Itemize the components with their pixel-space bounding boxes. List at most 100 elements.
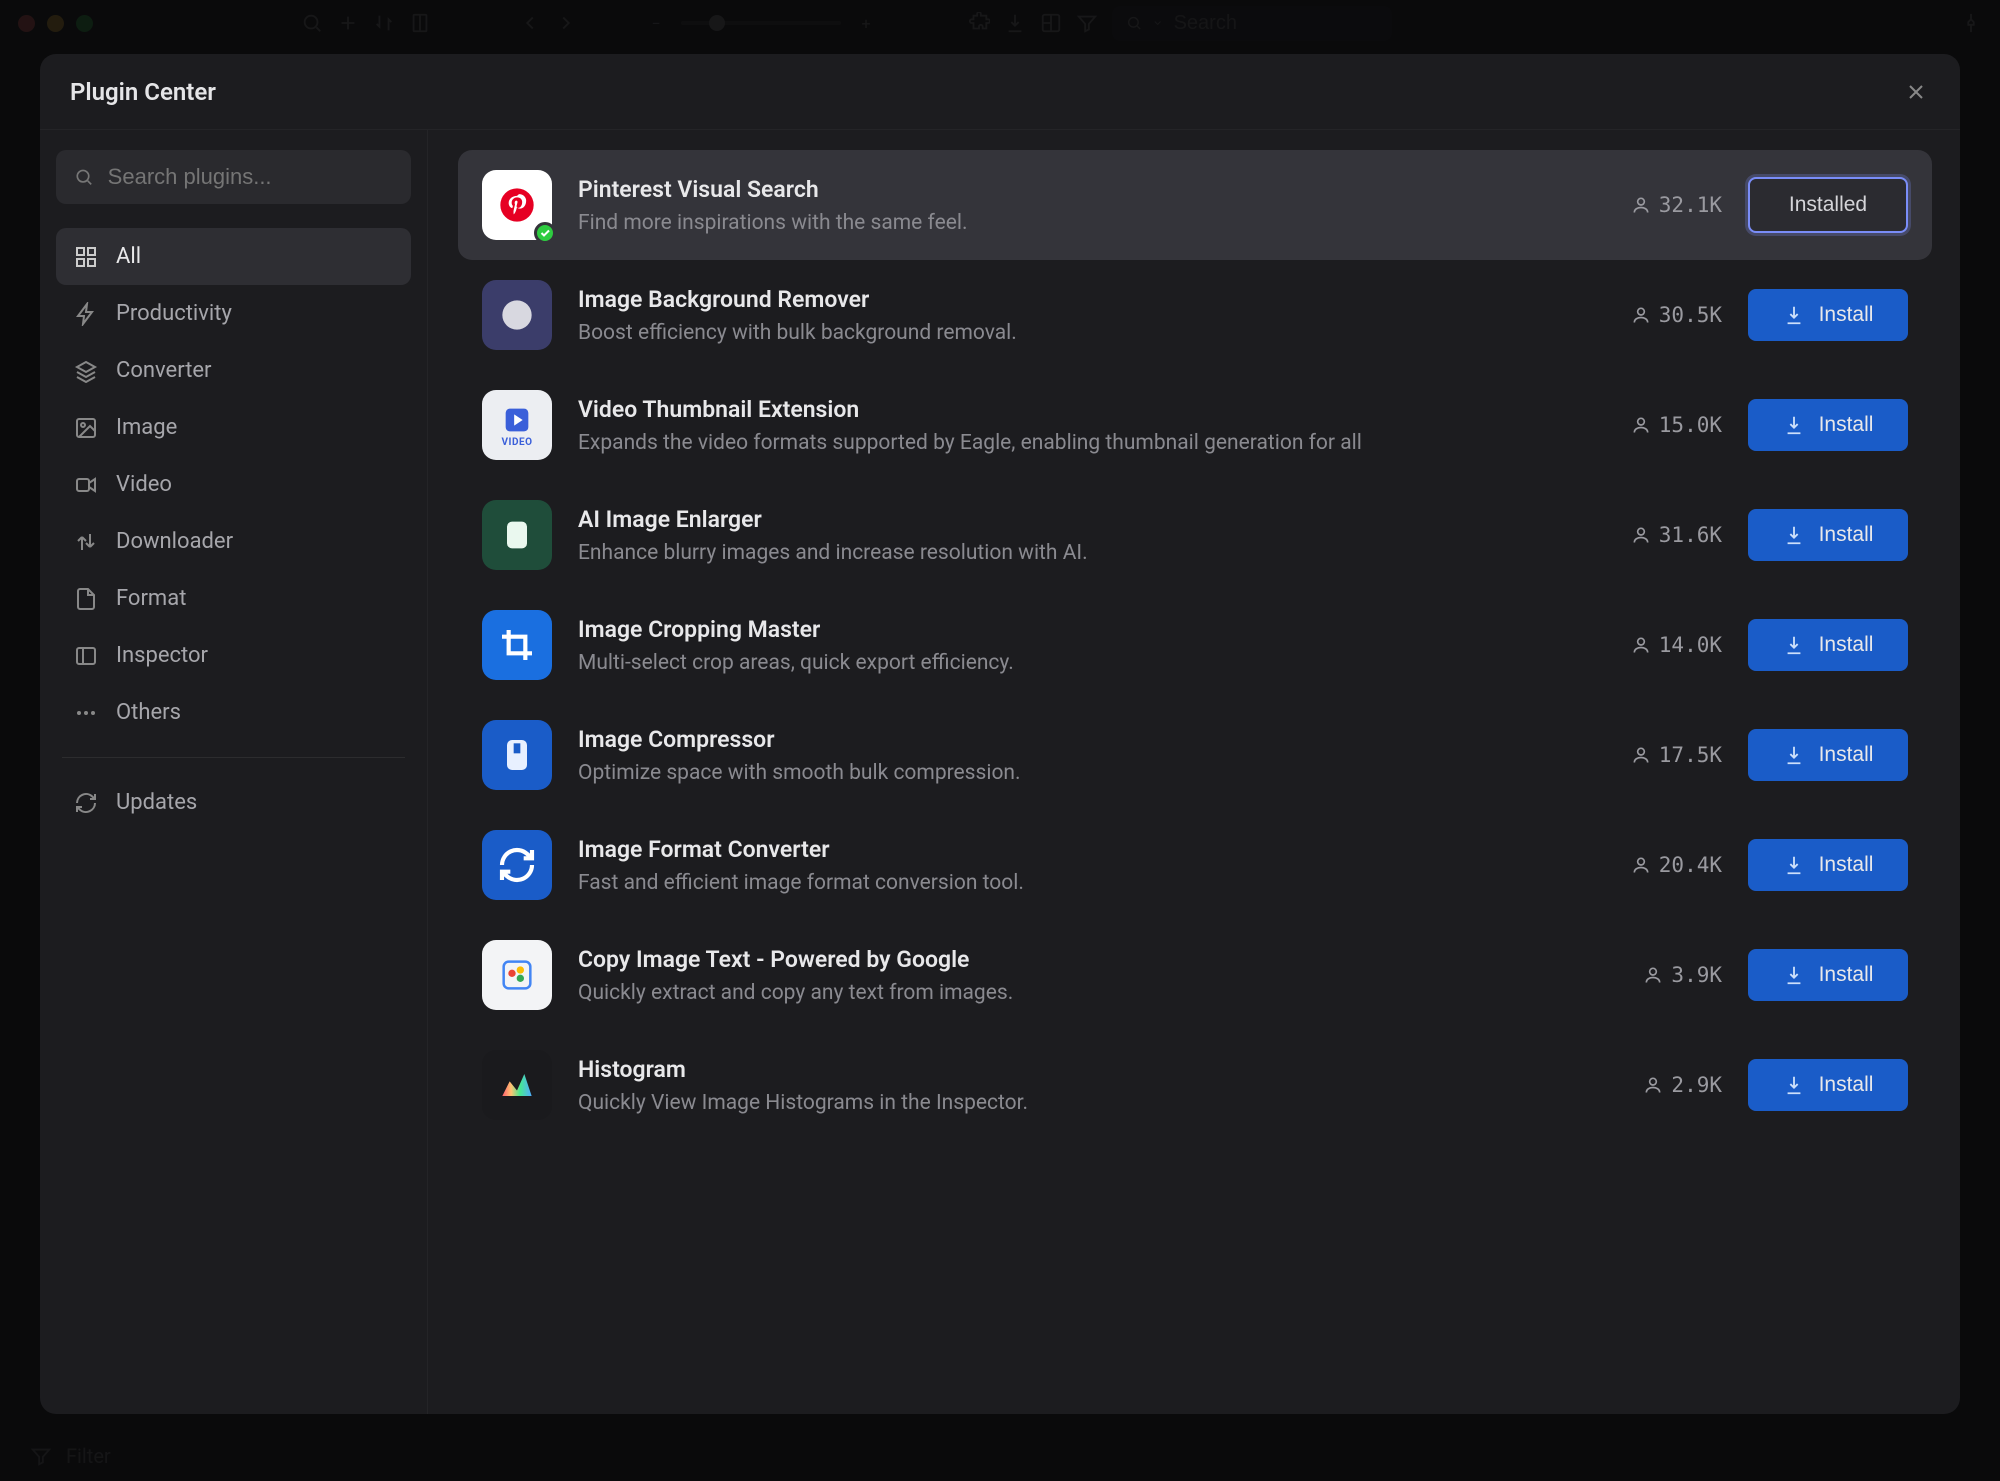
- plugin-info: Histogram Quickly View Image Histograms …: [578, 1056, 1617, 1115]
- sidebar-item-label: Video: [116, 472, 172, 497]
- install-button[interactable]: Install: [1748, 399, 1908, 451]
- sidebar-item-label: Downloader: [116, 529, 233, 554]
- plugin-row[interactable]: Copy Image Text - Powered by Google Quic…: [458, 920, 1932, 1030]
- plugin-row[interactable]: Histogram Quickly View Image Histograms …: [458, 1030, 1932, 1140]
- updown-icon: [74, 530, 98, 554]
- plugin-row[interactable]: Pinterest Visual Search Find more inspir…: [458, 150, 1932, 260]
- install-button[interactable]: Install: [1748, 729, 1908, 781]
- users-value: 15.0K: [1659, 413, 1722, 437]
- action-label: Install: [1819, 633, 1874, 657]
- document-icon: [74, 587, 98, 611]
- plugin-row[interactable]: Image Format Converter Fast and efficien…: [458, 810, 1932, 920]
- plugin-users-count: 32.1K: [1631, 193, 1722, 217]
- user-icon: [1631, 305, 1651, 325]
- install-button[interactable]: Install: [1748, 289, 1908, 341]
- plugin-users-count: 2.9K: [1643, 1073, 1722, 1097]
- bolt-icon: [74, 302, 98, 326]
- plugin-name: AI Image Enlarger: [578, 506, 1605, 533]
- plugin-info: Image Compressor Optimize space with smo…: [578, 726, 1605, 785]
- sidebar-item-productivity[interactable]: Productivity: [56, 285, 411, 342]
- install-button[interactable]: Install: [1748, 619, 1908, 671]
- user-icon: [1631, 195, 1651, 215]
- sidebar-item-label: Converter: [116, 358, 212, 383]
- install-button[interactable]: Install: [1748, 949, 1908, 1001]
- users-value: 17.5K: [1659, 743, 1722, 767]
- download-icon: [1783, 1074, 1805, 1096]
- sidebar-item-image[interactable]: Image: [56, 399, 411, 456]
- install-button[interactable]: Install: [1748, 1059, 1908, 1111]
- plugin-row[interactable]: Image Compressor Optimize space with smo…: [458, 700, 1932, 810]
- installed-badge-icon: [534, 222, 556, 244]
- sidebar-item-label: Others: [116, 700, 181, 725]
- plugin-users-count: 3.9K: [1643, 963, 1722, 987]
- users-value: 32.1K: [1659, 193, 1722, 217]
- plugin-description: Quickly View Image Histograms in the Ins…: [578, 1091, 1617, 1115]
- plugin-name: Image Format Converter: [578, 836, 1605, 863]
- modal-header: Plugin Center: [40, 54, 1960, 130]
- sidebar-item-others[interactable]: Others: [56, 684, 411, 741]
- plugin-users-count: 17.5K: [1631, 743, 1722, 767]
- dots-icon: [74, 701, 98, 725]
- plugin-row[interactable]: Image Background Remover Boost efficienc…: [458, 260, 1932, 370]
- action-label: Install: [1819, 743, 1874, 767]
- plugin-info: Image Cropping Master Multi-select crop …: [578, 616, 1605, 675]
- plugin-row[interactable]: VIDEO Video Thumbnail Extension Expands …: [458, 370, 1932, 480]
- plugin-info: Pinterest Visual Search Find more inspir…: [578, 176, 1605, 235]
- divider: [62, 757, 405, 758]
- plugin-description: Fast and efficient image format conversi…: [578, 871, 1605, 895]
- install-button[interactable]: Install: [1748, 509, 1908, 561]
- plugin-users-count: 15.0K: [1631, 413, 1722, 437]
- users-value: 31.6K: [1659, 523, 1722, 547]
- sidebar-icon: [74, 644, 98, 668]
- sidebar: All Productivity Converter Image Video D…: [40, 130, 428, 1414]
- plugin-name: Histogram: [578, 1056, 1617, 1083]
- user-icon: [1643, 1075, 1663, 1095]
- action-label: Install: [1819, 963, 1874, 987]
- action-label: Installed: [1789, 193, 1867, 217]
- search-icon: [74, 166, 94, 188]
- plugin-name: Image Compressor: [578, 726, 1605, 753]
- crop-icon: [482, 610, 552, 680]
- compress-icon: [482, 720, 552, 790]
- installed-button[interactable]: Installed: [1748, 177, 1908, 233]
- sidebar-item-video[interactable]: Video: [56, 456, 411, 513]
- sidebar-item-all[interactable]: All: [56, 228, 411, 285]
- action-label: Install: [1819, 523, 1874, 547]
- modal-title: Plugin Center: [70, 78, 216, 106]
- video-icon: [74, 473, 98, 497]
- download-icon: [1783, 414, 1805, 436]
- download-icon: [1783, 964, 1805, 986]
- plugin-users-count: 20.4K: [1631, 853, 1722, 877]
- sidebar-item-label: All: [116, 244, 141, 269]
- download-icon: [1783, 634, 1805, 656]
- download-icon: [1783, 854, 1805, 876]
- user-icon: [1631, 745, 1651, 765]
- plugin-description: Find more inspirations with the same fee…: [578, 211, 1605, 235]
- download-icon: [1783, 304, 1805, 326]
- users-value: 2.9K: [1671, 1073, 1722, 1097]
- sidebar-item-label: Inspector: [116, 643, 208, 668]
- sidebar-item-format[interactable]: Format: [56, 570, 411, 627]
- enlarger-icon: [482, 500, 552, 570]
- video-thumb-icon: VIDEO: [482, 390, 552, 460]
- plugin-row[interactable]: AI Image Enlarger Enhance blurry images …: [458, 480, 1932, 590]
- plugin-name: Video Thumbnail Extension: [578, 396, 1605, 423]
- close-button[interactable]: [1902, 78, 1930, 106]
- download-icon: [1783, 744, 1805, 766]
- plugin-list[interactable]: Pinterest Visual Search Find more inspir…: [428, 130, 1960, 1414]
- plugin-name: Image Cropping Master: [578, 616, 1605, 643]
- sidebar-item-downloader[interactable]: Downloader: [56, 513, 411, 570]
- sidebar-item-updates[interactable]: Updates: [56, 774, 411, 831]
- sidebar-search[interactable]: [56, 150, 411, 204]
- users-value: 14.0K: [1659, 633, 1722, 657]
- sidebar-item-inspector[interactable]: Inspector: [56, 627, 411, 684]
- install-button[interactable]: Install: [1748, 839, 1908, 891]
- sidebar-item-label: Image: [116, 415, 177, 440]
- sidebar-item-converter[interactable]: Converter: [56, 342, 411, 399]
- plugin-row[interactable]: Image Cropping Master Multi-select crop …: [458, 590, 1932, 700]
- plugin-users-count: 31.6K: [1631, 523, 1722, 547]
- stack-icon: [74, 359, 98, 383]
- image-icon: [74, 416, 98, 440]
- refresh-icon: [74, 791, 98, 815]
- sidebar-search-input[interactable]: [108, 164, 393, 190]
